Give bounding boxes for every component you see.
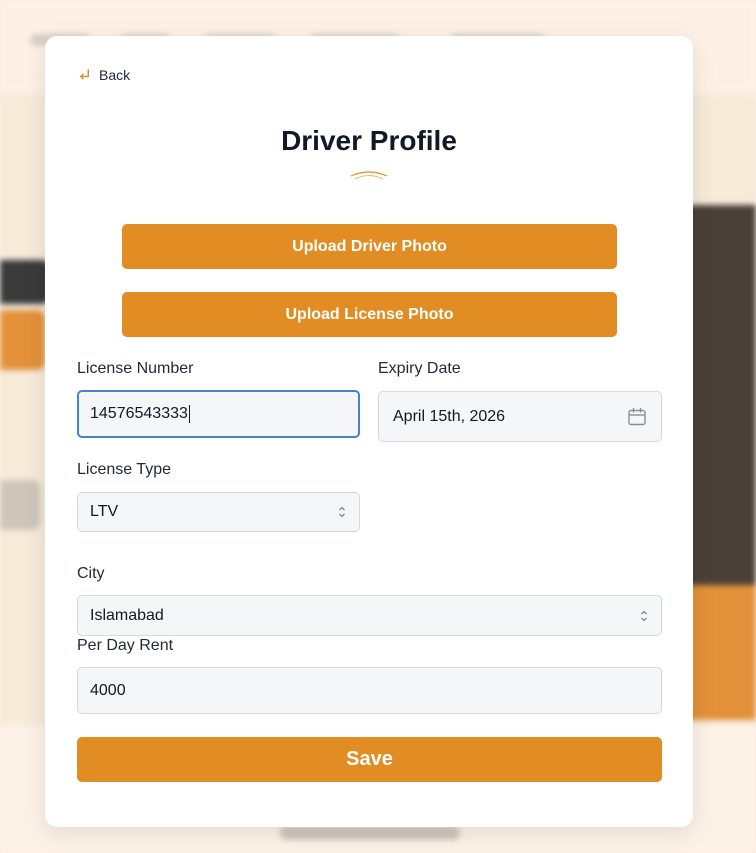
save-button[interactable]: Save bbox=[77, 737, 662, 782]
upload-license-photo-button[interactable]: Upload License Photo bbox=[122, 292, 617, 337]
chevron-up-down-icon bbox=[339, 506, 345, 518]
per-day-rent-label: Per Day Rent bbox=[77, 637, 174, 654]
arrow-return-icon bbox=[80, 68, 89, 79]
calendar-icon[interactable] bbox=[627, 407, 647, 427]
text-cursor bbox=[188, 405, 190, 423]
chevron-up-down-icon bbox=[641, 610, 647, 621]
city-label: City bbox=[77, 565, 105, 582]
page-title: Driver Profile bbox=[281, 125, 457, 156]
city-value: Islamabad bbox=[90, 606, 164, 624]
license-number-input[interactable]: 14576543333 bbox=[77, 390, 360, 438]
expiry-date-picker[interactable]: April 15th, 2026 bbox=[378, 391, 662, 442]
license-type-select[interactable]: LTV bbox=[77, 492, 360, 532]
expiry-date-label: Expiry Date bbox=[378, 360, 461, 377]
license-type-value: LTV bbox=[90, 503, 119, 520]
license-number-label: License Number bbox=[77, 360, 194, 377]
license-number-value: 14576543333 bbox=[90, 405, 188, 422]
city-select[interactable]: Islamabad bbox=[77, 595, 662, 636]
expiry-date-value: April 15th, 2026 bbox=[393, 407, 506, 425]
license-type-label: License Type bbox=[77, 461, 171, 478]
per-day-rent-value: 4000 bbox=[90, 681, 126, 699]
upload-driver-photo-button[interactable]: Upload Driver Photo bbox=[122, 224, 617, 269]
back-label: Back bbox=[99, 67, 131, 83]
per-day-rent-input[interactable]: 4000 bbox=[77, 667, 662, 714]
title-divider-ornament bbox=[350, 171, 388, 180]
driver-profile-modal: Back Driver Profile Upload Driver Photo … bbox=[45, 36, 693, 827]
back-button[interactable]: Back bbox=[77, 67, 130, 83]
